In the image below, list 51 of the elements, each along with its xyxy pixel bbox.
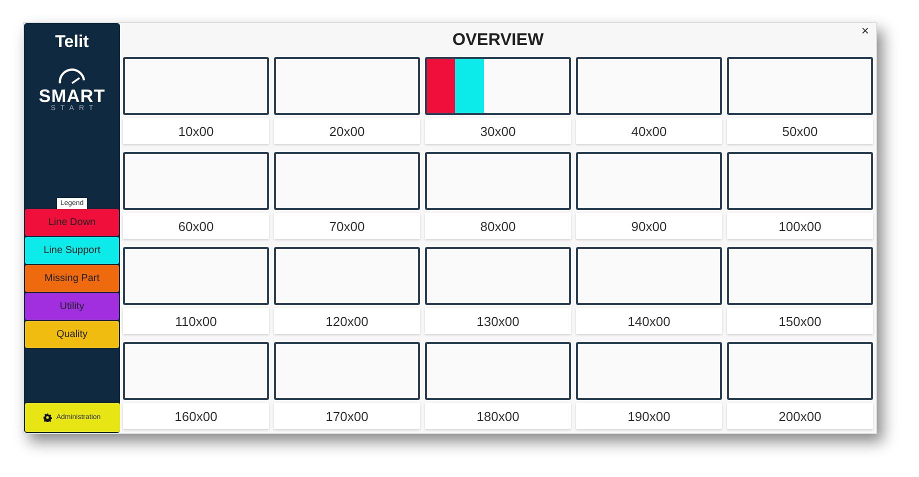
line-status-tile[interactable] [123, 57, 269, 115]
line-status-tile[interactable] [274, 57, 420, 115]
line-status-tile[interactable] [576, 247, 722, 305]
line-status-tile[interactable] [123, 152, 269, 210]
line-label: 110x00 [123, 308, 269, 334]
line-label: 130x00 [425, 308, 571, 334]
line-status-tile[interactable] [123, 247, 269, 305]
line-status-tile[interactable] [274, 247, 420, 305]
line-label: 200x00 [727, 403, 873, 429]
line-label: 90x00 [576, 213, 722, 239]
line-status-tile[interactable] [727, 342, 873, 400]
line-status-tile[interactable] [576, 57, 722, 115]
line-status-tile[interactable] [274, 342, 420, 400]
line-label: 160x00 [123, 403, 269, 429]
line-status-tile[interactable] [576, 342, 722, 400]
close-button[interactable]: × [859, 23, 871, 38]
line-status-tile[interactable] [425, 247, 571, 305]
line-label: 50x00 [727, 118, 873, 144]
logo: Telit [55, 32, 89, 52]
line-label: 190x00 [576, 403, 722, 429]
line-label: 180x00 [425, 403, 571, 429]
line-status-tile[interactable] [274, 152, 420, 210]
line-label: 140x00 [576, 308, 722, 334]
line-status-tile[interactable] [576, 152, 722, 210]
page-title: OVERVIEW [452, 30, 544, 50]
line-status-tile[interactable] [727, 247, 873, 305]
line-status-tile[interactable] [425, 57, 571, 115]
legend-item: Line Support [25, 237, 119, 264]
line-status-tile[interactable] [123, 342, 269, 400]
legend-item: Utility [25, 293, 119, 320]
line-status-tile[interactable] [727, 152, 873, 210]
line-status-tile[interactable] [425, 342, 571, 400]
line-label: 170x00 [274, 403, 420, 429]
line-status-tile[interactable] [727, 57, 873, 115]
line-label: 150x00 [727, 308, 873, 334]
line-label: 80x00 [425, 213, 571, 239]
legend-item: Line Down [25, 209, 119, 236]
legend-item: Quality [25, 321, 119, 348]
settings-icon [43, 413, 52, 422]
line-status-tile[interactable] [425, 152, 571, 210]
line-label: 30x00 [425, 118, 571, 144]
line-label: 10x00 [123, 118, 269, 144]
gauge-icon [57, 68, 87, 85]
line-label: 40x00 [576, 118, 722, 144]
line-label: 20x00 [274, 118, 420, 144]
product-title: SMART [38, 87, 106, 105]
line-label: 120x00 [274, 308, 420, 334]
line-label: 100x00 [727, 213, 873, 239]
line-label: 70x00 [274, 213, 420, 239]
legend-item: Missing Part [25, 265, 119, 292]
line-label: 60x00 [123, 213, 269, 239]
